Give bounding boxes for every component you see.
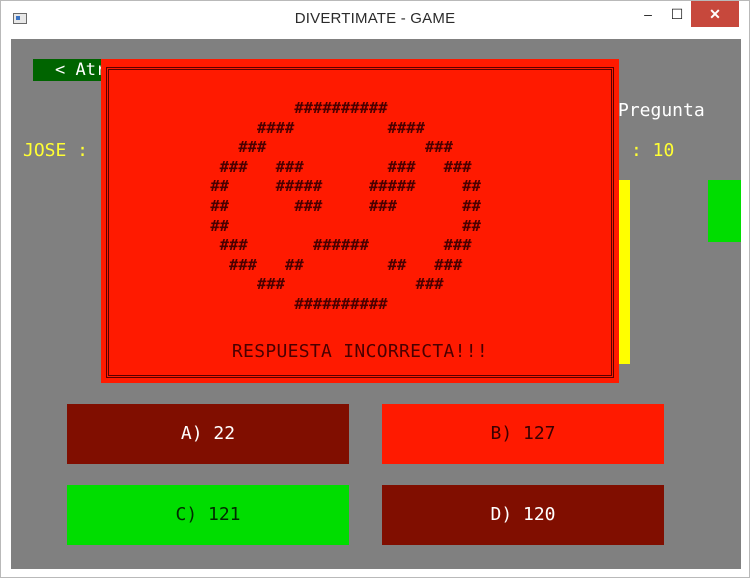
answer-c-button[interactable]: C) 121 [67, 485, 349, 545]
status-indicator-green [708, 180, 741, 242]
minimize-button[interactable]: – [634, 1, 662, 27]
answer-a-button[interactable]: A) 22 [67, 404, 349, 464]
incorrect-answer-message: RESPUESTA INCORRECTA!!! [231, 341, 489, 362]
answer-b-button[interactable]: B) 127 [382, 404, 664, 464]
player-name-label: JOSE : [23, 140, 89, 161]
answer-d-button[interactable]: D) 120 [382, 485, 664, 545]
question-label: Pregunta [618, 100, 705, 121]
back-button[interactable]: < Atrás [33, 59, 111, 81]
game-area: < Atrás JOSE : Pregunta : 10 A) 22 B) 12… [11, 39, 741, 569]
app-window: DIVERTIMATE - GAME – ☐ ✕ < Atrás JOSE : … [0, 0, 750, 578]
title-bar[interactable]: DIVERTIMATE - GAME – ☐ ✕ [1, 1, 749, 39]
sad-face-ascii-art: ########## #### #### ### ### ### ### ###… [210, 99, 481, 313]
close-button[interactable]: ✕ [691, 1, 739, 27]
incorrect-answer-dialog: ########## #### #### ### ### ### ### ###… [101, 59, 619, 383]
question-number: : 10 [631, 140, 675, 161]
maximize-button[interactable]: ☐ [663, 1, 691, 27]
progress-bar-yellow [618, 180, 630, 364]
